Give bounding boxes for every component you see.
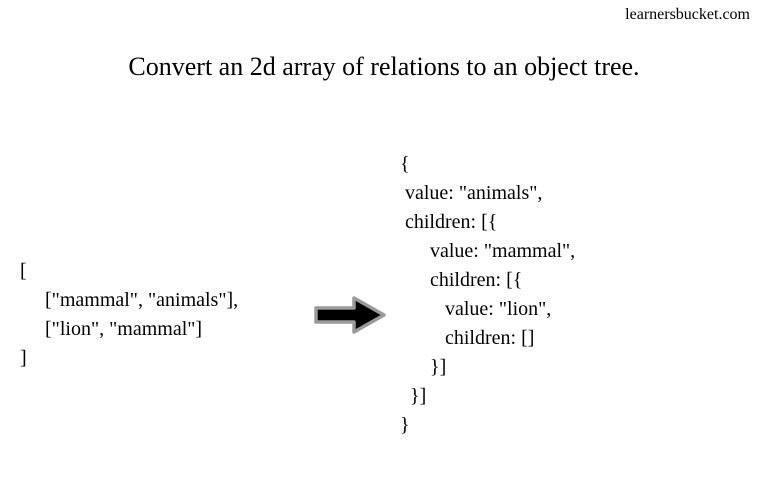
output-code-block: { value: "animals", children: [{ value: … [400,150,575,440]
arrow-icon [300,294,400,336]
site-watermark: learnersbucket.com [625,6,750,24]
content-panel: [ ["mammal", "animals"], ["lion", "mamma… [20,150,748,440]
page-title: Convert an 2d array of relations to an o… [0,52,768,82]
input-code-block: [ ["mammal", "animals"], ["lion", "mamma… [20,257,300,373]
